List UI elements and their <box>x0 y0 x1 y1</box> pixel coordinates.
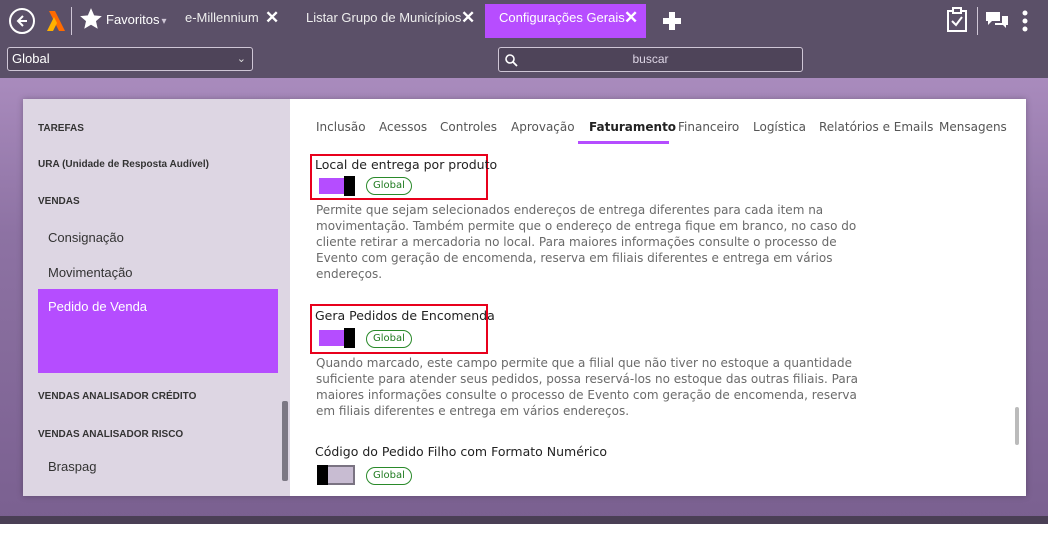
toggle-local-entrega-produto[interactable] <box>317 176 355 196</box>
tab-configuracoes-gerais[interactable]: Configurações Gerais ✕ <box>485 4 646 38</box>
tab-label: Configurações Gerais <box>499 10 625 25</box>
description-line: em filiais diferentes e entrega em vário… <box>316 404 630 418</box>
tab-controles[interactable]: Controles <box>440 120 497 134</box>
sidebar-item-pedido-de-venda[interactable]: Pedido de Venda <box>38 289 278 373</box>
tab-inclusao[interactable]: Inclusão <box>316 120 366 134</box>
clipboard-check-icon[interactable] <box>946 7 968 37</box>
sidebar-item-consignacao[interactable]: Consignação <box>48 230 290 245</box>
app-logo-icon[interactable] <box>45 9 67 33</box>
favorites-menu[interactable]: Favoritos ▾ <box>106 12 167 27</box>
tab-logistica[interactable]: Logística <box>753 120 806 134</box>
star-icon[interactable] <box>78 6 104 36</box>
sidebar-item-braspag[interactable]: Braspag <box>48 459 290 474</box>
sidebar-item-vendas-analisador-credito[interactable]: VENDAS ANALISADOR CRÉDITO <box>38 391 290 402</box>
sidebar-item-ura[interactable]: URA (Unidade de Resposta Audível) <box>38 159 290 170</box>
sidebar: TAREFAS URA (Unidade de Resposta Audível… <box>23 99 290 496</box>
tab-acessos[interactable]: Acessos <box>379 120 427 134</box>
tab-label: e-Millennium <box>185 10 259 25</box>
setting-gera-pedidos-encomenda: Gera Pedidos de Encomenda <box>315 308 875 323</box>
add-tab-icon[interactable] <box>663 12 681 30</box>
tab-aprovacao[interactable]: Aprovação <box>511 120 575 134</box>
sidebar-item-vendas-analisador-risco[interactable]: VENDAS ANALISADOR RISCO <box>38 429 290 440</box>
tab-faturamento[interactable]: Faturamento <box>589 120 676 134</box>
scope-badge: Global <box>366 330 412 348</box>
sidebar-item-vendas[interactable]: VENDAS <box>38 196 290 207</box>
back-icon[interactable] <box>9 8 35 34</box>
close-icon[interactable]: ✕ <box>265 4 279 32</box>
setting-title: Local de entrega por produto <box>315 157 498 172</box>
description-line: cliente retirar a mercadoria no local. P… <box>316 235 837 249</box>
chat-icon[interactable] <box>984 10 1010 34</box>
description-line: Permite que sejam selecionados endereços… <box>316 203 824 217</box>
scope-badge: Global <box>366 177 412 195</box>
top-bar: Favoritos ▾ e-Millennium ✕ Listar Grupo d… <box>0 0 1048 42</box>
setting-local-entrega-produto: Local de entrega por produto <box>315 157 875 172</box>
settings-panel: TAREFAS URA (Unidade de Resposta Audível… <box>23 99 1026 496</box>
tab-label: Listar Grupo de Municípios <box>306 10 462 25</box>
search-placeholder: buscar <box>632 52 669 66</box>
setting-description: Quando marcado, este campo permite que a… <box>316 355 858 419</box>
sidebar-item-label: Pedido de Venda <box>48 299 148 314</box>
settings-content: Inclusão Acessos Controles Aprovação Fat… <box>290 99 1026 496</box>
close-icon[interactable]: ✕ <box>461 4 475 32</box>
description-line: Evento com geração de encomenda, reserva… <box>316 251 833 265</box>
content-scrollbar[interactable] <box>1015 407 1019 445</box>
scope-select[interactable]: Global ⌄ <box>7 47 253 71</box>
tab-financeiro[interactable]: Financeiro <box>678 120 739 134</box>
description-line: movimentação. Também permite que o ender… <box>316 219 857 233</box>
bottom-edge <box>0 516 1048 524</box>
search-input[interactable]: buscar <box>498 47 803 72</box>
tab-mensagens[interactable]: Mensagens <box>939 120 1007 134</box>
chevron-down-icon: ▾ <box>161 16 167 27</box>
scope-badge: Global <box>366 467 412 485</box>
description-line: suficiente para atender seus pedidos, po… <box>316 372 859 386</box>
workspace: TAREFAS URA (Unidade de Resposta Audível… <box>0 78 1048 524</box>
app-window: Favoritos ▾ e-Millennium ✕ Listar Grupo d… <box>0 0 1048 524</box>
setting-title: Código do Pedido Filho com Formato Numér… <box>315 444 608 459</box>
more-options-icon[interactable] <box>1022 10 1028 36</box>
toolbar-divider <box>71 7 72 35</box>
active-tab-indicator <box>578 141 669 144</box>
close-icon[interactable]: ✕ <box>624 4 638 32</box>
favorites-label: Favoritos <box>106 12 160 27</box>
tab-relatorios-emails[interactable]: Relatórios e Emails <box>819 120 933 134</box>
toggle-track <box>326 467 353 483</box>
setting-codigo-pedido-filho: Código do Pedido Filho com Formato Numér… <box>315 444 875 459</box>
toggle-knob <box>344 176 355 196</box>
toggle-codigo-pedido-filho[interactable] <box>317 465 355 485</box>
tab-listar-grupo-municipios[interactable]: Listar Grupo de Municípios ✕ <box>306 4 476 38</box>
toggle-knob <box>344 328 355 348</box>
description-line: Quando marcado, este campo permite que a… <box>316 356 852 370</box>
toolbar-divider <box>977 7 978 35</box>
sidebar-scroll-thumb[interactable] <box>282 401 288 481</box>
setting-description: Permite que sejam selecionados endereços… <box>316 202 856 282</box>
tab-e-millennium[interactable]: e-Millennium ✕ <box>185 4 285 38</box>
description-line: endereços. <box>316 267 383 281</box>
filter-bar: Global ⌄ buscar <box>0 42 1048 78</box>
toggle-knob <box>317 465 328 485</box>
sidebar-item-movimentacao[interactable]: Movimentação <box>48 265 290 280</box>
chevron-down-icon: ⌄ <box>236 53 246 65</box>
scope-value: Global <box>12 51 50 66</box>
description-line: maiores informações consulte o processo … <box>316 388 857 402</box>
toggle-gera-pedidos-encomenda[interactable] <box>317 328 355 348</box>
setting-title: Gera Pedidos de Encomenda <box>315 308 495 323</box>
sidebar-item-tarefas[interactable]: TAREFAS <box>38 123 290 134</box>
